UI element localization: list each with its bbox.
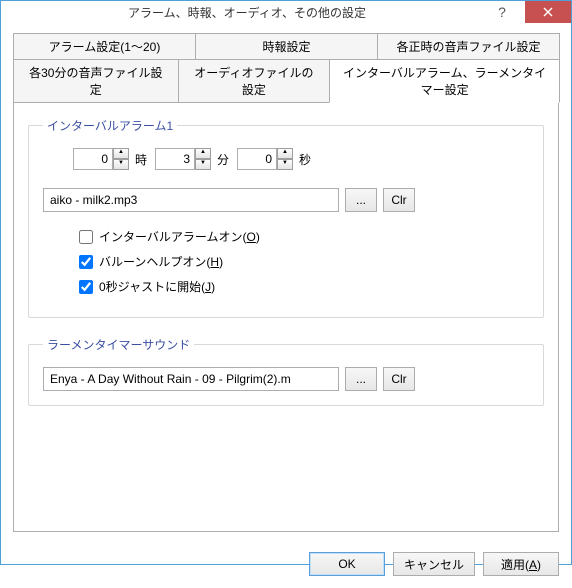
seconds-input[interactable] — [237, 148, 277, 170]
check-label: インターバルアラームオン(O) — [99, 228, 260, 245]
hours-down[interactable]: ▼ — [113, 159, 129, 170]
tab-30min-sound-files[interactable]: 各30分の音声ファイル設定 — [13, 59, 179, 103]
tab-interval-ramen[interactable]: インターバルアラーム、ラーメンタイマー設定 — [329, 59, 560, 103]
hours-spinner[interactable]: ▲ ▼ — [73, 148, 129, 170]
minutes-up[interactable]: ▲ — [195, 148, 211, 159]
titlebar-buttons: ? — [479, 1, 571, 23]
close-icon — [543, 7, 553, 17]
minutes-spinner[interactable]: ▲ ▼ — [155, 148, 211, 170]
legend-ramen-timer: ラーメンタイマーサウンド — [43, 336, 194, 353]
tab-panel: インターバルアラーム1 ▲ ▼ 時 — [13, 102, 559, 532]
group-ramen-timer-sound: ラーメンタイマーサウンド ... Clr — [28, 336, 544, 406]
check-start-at-zero[interactable]: 0秒ジャストに開始(J) — [79, 278, 529, 295]
titlebar: アラーム、時報、オーディオ、その他の設定 ? — [1, 1, 571, 23]
alarm-file-input[interactable] — [43, 188, 339, 212]
ramen-file-clear-button[interactable]: Clr — [383, 367, 415, 391]
minutes-down[interactable]: ▼ — [195, 159, 211, 170]
seconds-spinner[interactable]: ▲ ▼ — [237, 148, 293, 170]
group-interval-alarm-1: インターバルアラーム1 ▲ ▼ 時 — [28, 117, 544, 318]
ramen-file-input[interactable] — [43, 367, 339, 391]
minutes-input[interactable] — [155, 148, 195, 170]
content-area: アラーム設定(1～20) 時報設定 各正時の音声ファイル設定 各30分の音声ファ… — [1, 23, 571, 542]
alarm-file-clear-button[interactable]: Clr — [383, 188, 415, 212]
tab-hourly-sound-files[interactable]: 各正時の音声ファイル設定 — [377, 33, 560, 60]
unit-minutes: 分 — [217, 151, 229, 168]
close-button[interactable] — [525, 1, 571, 23]
time-row: ▲ ▼ 時 ▲ ▼ 分 — [73, 148, 529, 170]
tab-row-2: 各30分の音声ファイル設定 オーディオファイルの設定 インターバルアラーム、ラー… — [13, 59, 559, 102]
tab-hourly-settings[interactable]: 時報設定 — [195, 33, 378, 60]
check-interval-alarm-on-box[interactable] — [79, 230, 93, 244]
check-start-at-zero-box[interactable] — [79, 280, 93, 294]
legend-interval-alarm-1: インターバルアラーム1 — [43, 117, 177, 134]
alarm-file-row: ... Clr — [43, 188, 529, 212]
unit-hours: 時 — [135, 151, 147, 168]
check-label: 0秒ジャストに開始(J) — [99, 278, 215, 295]
check-balloon-help-on-box[interactable] — [79, 255, 93, 269]
ramen-file-browse-button[interactable]: ... — [345, 367, 377, 391]
help-button[interactable]: ? — [479, 1, 525, 23]
dialog-window: アラーム、時報、オーディオ、その他の設定 ? アラーム設定(1～20) 時報設定… — [0, 0, 572, 565]
hours-input[interactable] — [73, 148, 113, 170]
tab-container: アラーム設定(1～20) 時報設定 各正時の音声ファイル設定 各30分の音声ファ… — [13, 33, 559, 532]
cancel-button[interactable]: キャンセル — [393, 552, 475, 576]
seconds-up[interactable]: ▲ — [277, 148, 293, 159]
apply-button[interactable]: 適用(A) — [483, 552, 559, 576]
check-balloon-help-on[interactable]: バルーンヘルプオン(H) — [79, 253, 529, 270]
window-title: アラーム、時報、オーディオ、その他の設定 — [15, 4, 479, 21]
check-group: インターバルアラームオン(O) バルーンヘルプオン(H) 0秒ジャストに開始(J… — [79, 228, 529, 295]
alarm-file-browse-button[interactable]: ... — [345, 188, 377, 212]
ramen-file-row: ... Clr — [43, 367, 529, 391]
unit-seconds: 秒 — [299, 151, 311, 168]
ok-button[interactable]: OK — [309, 552, 385, 576]
tab-row-1: アラーム設定(1～20) 時報設定 各正時の音声ファイル設定 — [13, 33, 559, 59]
seconds-down[interactable]: ▼ — [277, 159, 293, 170]
tab-alarm-settings[interactable]: アラーム設定(1～20) — [13, 33, 196, 60]
dialog-buttons: OK キャンセル 適用(A) — [1, 542, 571, 588]
check-interval-alarm-on[interactable]: インターバルアラームオン(O) — [79, 228, 529, 245]
tab-audio-file-settings[interactable]: オーディオファイルの設定 — [178, 59, 331, 103]
hours-up[interactable]: ▲ — [113, 148, 129, 159]
check-label: バルーンヘルプオン(H) — [99, 253, 223, 270]
